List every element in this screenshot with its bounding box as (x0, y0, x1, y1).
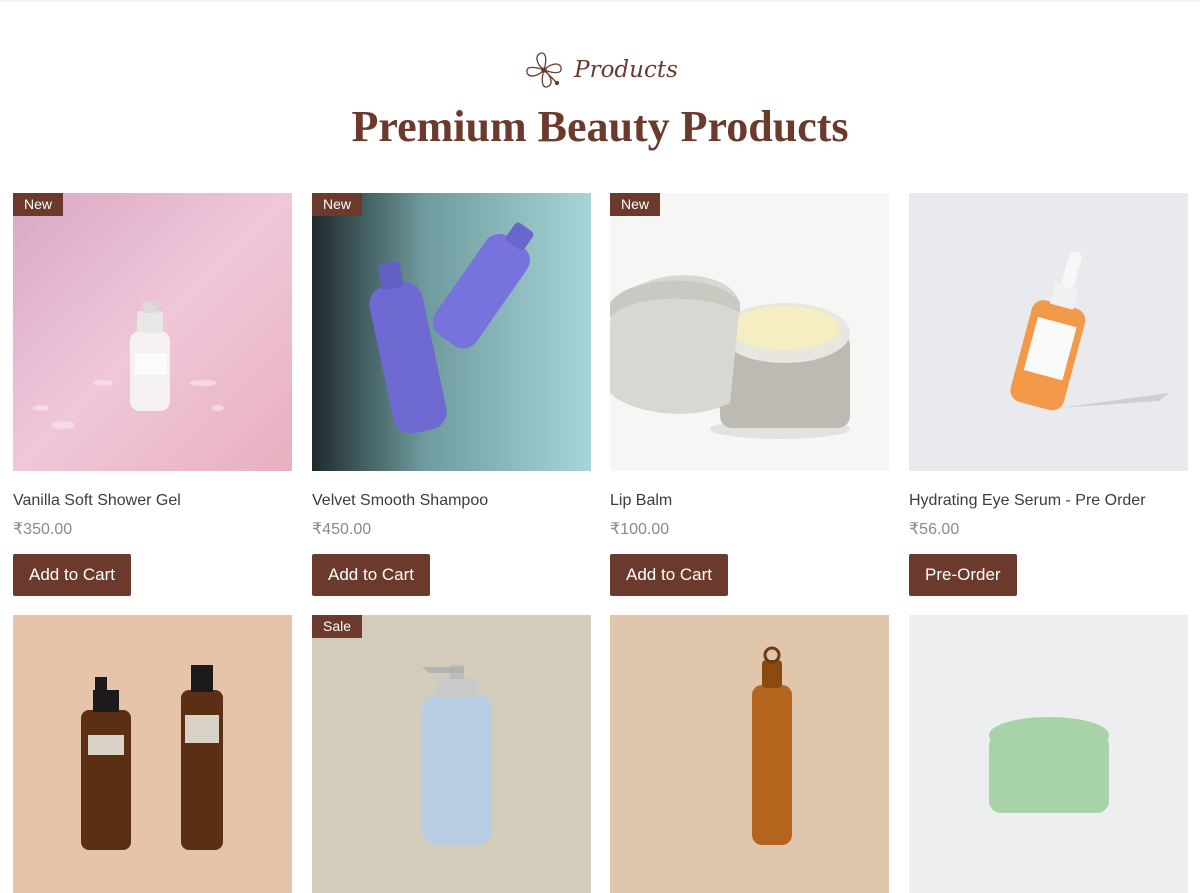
product-image[interactable]: New (610, 193, 889, 471)
product-image[interactable] (909, 615, 1188, 893)
product-price: ₹350.00 (13, 521, 73, 538)
product-image[interactable] (610, 615, 889, 893)
product-card (909, 615, 1188, 893)
sale-badge: Sale (312, 615, 363, 638)
product-price: ₹100.00 (610, 521, 670, 538)
product-card: New Velvet Smooth Shampoo ₹450.00 Add to… (312, 193, 591, 596)
top-divider (0, 0, 1200, 3)
page-title: Premium Beauty Products (351, 102, 849, 151)
product-name[interactable]: Lip Balm (610, 491, 889, 511)
product-card: New Vanilla Soft Shower Gel ₹350.00 Add … (13, 193, 292, 596)
hibiscus-flower-icon (526, 52, 562, 88)
pre-order-button[interactable]: Pre-Order (909, 554, 1017, 596)
product-image[interactable]: New (13, 193, 292, 471)
product-name[interactable]: Hydrating Eye Serum - Pre Order (909, 491, 1188, 511)
add-to-cart-button[interactable]: Add to Cart (610, 554, 728, 596)
section-label-text: Products (574, 57, 678, 83)
product-image[interactable]: Sale (312, 615, 591, 893)
new-badge: New (312, 193, 363, 216)
product-card (13, 615, 292, 893)
product-card: Hydrating Eye Serum - Pre Order ₹56.00 P… (909, 193, 1188, 596)
product-card: Sale (312, 615, 591, 893)
product-card (610, 615, 889, 893)
product-price: ₹56.00 (909, 521, 960, 538)
product-name[interactable]: Vanilla Soft Shower Gel (13, 491, 292, 511)
new-badge: New (610, 193, 661, 216)
new-badge: New (13, 193, 64, 216)
product-image[interactable]: New (312, 193, 591, 471)
product-price: ₹450.00 (312, 521, 372, 538)
product-name[interactable]: Velvet Smooth Shampoo (312, 491, 591, 511)
product-image[interactable] (909, 193, 1188, 471)
product-image[interactable] (13, 615, 292, 893)
section-label: Products (0, 48, 1200, 92)
add-to-cart-button[interactable]: Add to Cart (13, 554, 131, 596)
product-card: New Lip Balm ₹100.00 Add to Cart (610, 193, 889, 596)
add-to-cart-button[interactable]: Add to Cart (312, 554, 430, 596)
